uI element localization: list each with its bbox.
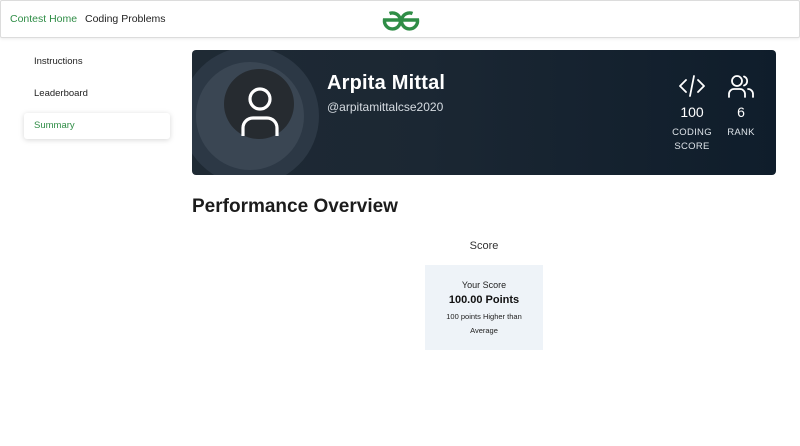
nav-contest-home-link[interactable]: Contest Home bbox=[10, 13, 77, 26]
sidebar-item-leaderboard[interactable]: Leaderboard bbox=[24, 81, 170, 107]
rank-value: 6 bbox=[737, 104, 745, 120]
sidebar-item-instructions[interactable]: Instructions bbox=[24, 49, 170, 75]
score-points-value: 100.00 Points bbox=[448, 294, 520, 306]
users-icon bbox=[728, 75, 754, 98]
rank-stat: 6 RANK bbox=[720, 74, 762, 140]
score-summary-box: Your Score 100.00 Points 100 points High… bbox=[425, 265, 543, 350]
nav-coding-problems-link[interactable]: Coding Problems bbox=[85, 13, 166, 26]
top-navbar: Contest Home Coding Problems bbox=[0, 0, 800, 38]
performance-overview-heading: Performance Overview bbox=[192, 196, 398, 217]
score-section-title: Score bbox=[469, 240, 499, 252]
your-score-label: Your Score bbox=[461, 280, 507, 290]
profile-card: Arpita Mittal @arpitamittalcse2020 100 C… bbox=[192, 50, 776, 175]
coding-score-value: 100 bbox=[680, 104, 704, 120]
user-handle: @arpitamittalcse2020 bbox=[327, 100, 444, 114]
user-name: Arpita Mittal bbox=[327, 72, 446, 94]
rank-label: RANK bbox=[727, 127, 755, 138]
coding-score-stat: 100 CODING SCORE bbox=[662, 74, 722, 154]
coding-score-label: CODING SCORE bbox=[672, 127, 712, 152]
gfg-logo-icon[interactable] bbox=[379, 8, 423, 32]
sidebar-item-summary[interactable]: Summary bbox=[24, 113, 170, 139]
user-avatar-icon bbox=[241, 87, 279, 136]
code-icon bbox=[679, 75, 705, 97]
score-comparison-text: 100 points Higher than Average bbox=[446, 312, 522, 335]
